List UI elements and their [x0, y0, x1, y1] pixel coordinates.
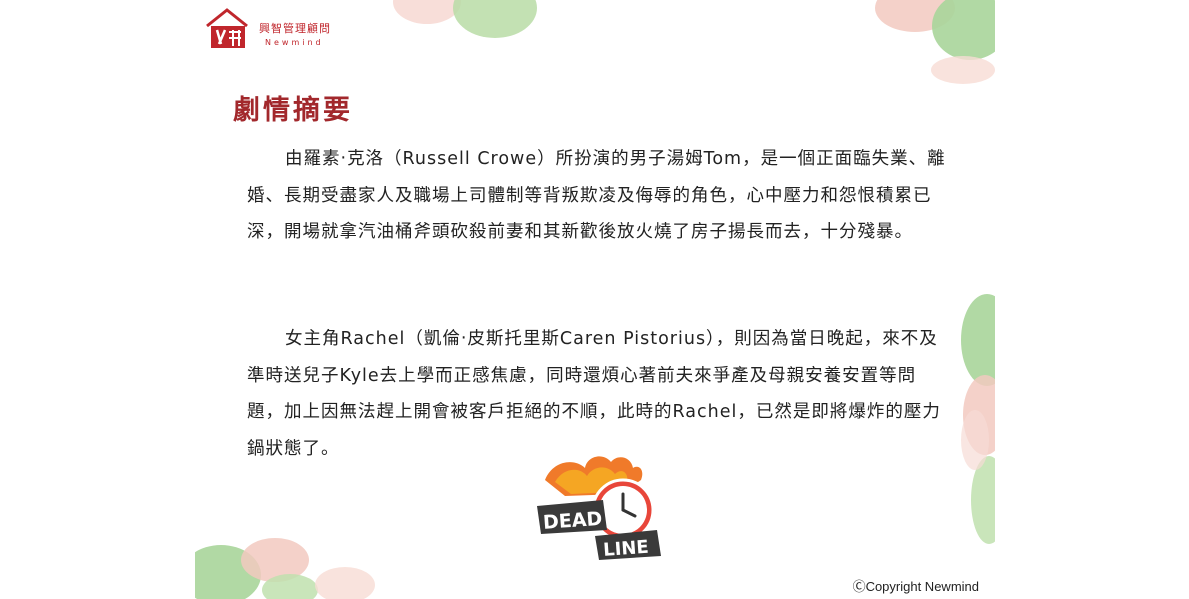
company-logo: 興智管理顧問 Newmind [203, 6, 333, 50]
deco-blob [932, 0, 995, 60]
logo-name-cn: 興智管理顧問 [259, 22, 331, 35]
copyright-notice: ⒸCopyright Newmind [852, 579, 979, 594]
deco-blob [393, 0, 461, 24]
deco-blob [961, 410, 989, 470]
synopsis-paragraph-2: 女主角Rachel（凱倫‧皮斯托里斯Caren Pistorius），則因為當日… [247, 329, 941, 459]
slide: 興智管理顧問 Newmind 劇情摘要 由羅素‧克洛（Russell Crowe… [195, 0, 995, 599]
deco-blob [961, 294, 995, 386]
deco-blob [931, 56, 995, 84]
synopsis-paragraph-1: 由羅素‧克洛（Russell Crowe）所扮演的男子湯姆Tom，是一個正面臨失… [247, 149, 946, 242]
logo-mark-icon [206, 8, 248, 48]
deadline-illustration: DEAD LINE [537, 456, 661, 561]
deadline-word-1: DEAD [542, 508, 603, 534]
deco-blob [315, 567, 375, 599]
deco-blob [453, 0, 537, 38]
page-title: 劇情摘要 [233, 95, 353, 126]
logo-name-en: Newmind [265, 38, 324, 47]
deadline-word-2: LINE [603, 537, 650, 561]
